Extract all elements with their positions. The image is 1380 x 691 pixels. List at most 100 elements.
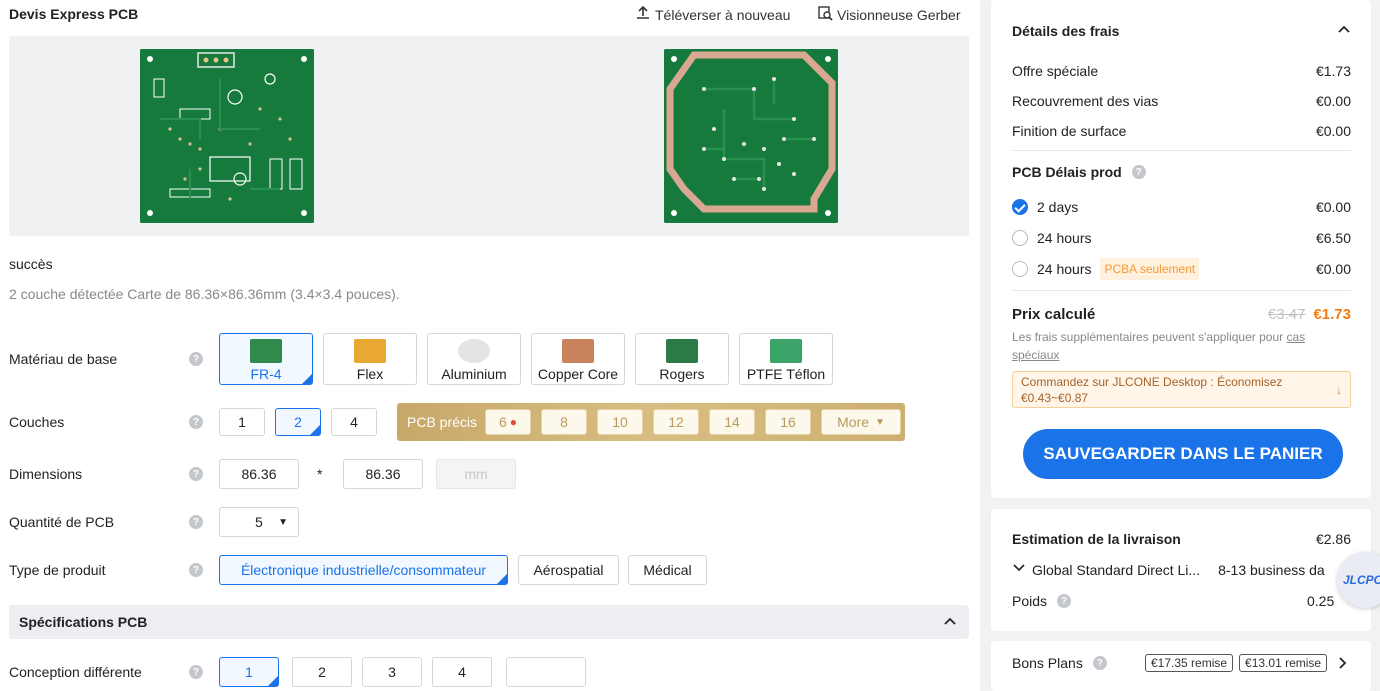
save-to-cart-button[interactable]: SAUVEGARDER DANS LE PANIER: [1023, 429, 1343, 479]
layer-option-16[interactable]: 16: [765, 409, 811, 435]
help-icon[interactable]: ?: [1131, 165, 1146, 179]
lead-option-label: 2 days: [1037, 199, 1079, 215]
shipping-row: Estimation de la livraison €2.86: [1012, 531, 1351, 547]
precise-pcb-bar: PCB précis 6 ● 8 10 12 14 16 More ▼: [397, 403, 905, 441]
divider: [1012, 290, 1351, 291]
product-type-aerospace[interactable]: Aérospatial: [518, 555, 619, 585]
design-option-3[interactable]: 3: [362, 657, 422, 687]
deals-card[interactable]: Bons Plans ? €17.35 remise €13.01 remise: [991, 641, 1371, 691]
quantity-select[interactable]: 5 ▼: [219, 507, 299, 537]
lead-option-2days[interactable]: 2 days €0.00: [1012, 199, 1351, 215]
material-ptfe[interactable]: PTFE Téflon: [739, 333, 833, 385]
download-icon[interactable]: ↓: [1336, 382, 1342, 398]
lead-option-label: 24 hours: [1037, 261, 1092, 277]
layer-option-2[interactable]: 2: [275, 408, 321, 436]
chevron-right-icon[interactable]: [1337, 656, 1349, 673]
copper-core-icon: [562, 339, 594, 363]
radio-checked-icon[interactable]: [1012, 199, 1028, 215]
summary-panel: Détails des frais Offre spéciale €1.73 R…: [980, 0, 1380, 691]
more-layers-dropdown[interactable]: More ▼: [821, 409, 901, 435]
weight-label: Poids: [1012, 593, 1048, 609]
shipping-cost: €2.86: [1315, 531, 1351, 547]
fee-label: Recouvrement des vias: [1012, 93, 1159, 109]
quantity-value: 5: [255, 514, 263, 530]
layer-option-1[interactable]: 1: [219, 408, 265, 436]
layer-option-4[interactable]: 4: [331, 408, 377, 436]
lead-time-title: PCB Délais prod: [1012, 164, 1122, 180]
jlcpcb-chat-badge[interactable]: JLCPCB: [1337, 552, 1380, 608]
total-price: €3.47 €1.73: [1268, 306, 1351, 323]
pcba-only-badge: PCBA seulement: [1100, 258, 1200, 280]
chevron-up-icon[interactable]: [943, 614, 957, 631]
shipping-days: 8-13 business da: [1218, 561, 1325, 578]
lead-option-24h-pcba[interactable]: 24 hours PCBA seulement €0.00: [1012, 258, 1351, 280]
gerber-viewer-link[interactable]: Visionneuse Gerber: [817, 5, 960, 24]
promo-banner[interactable]: Commandez sur JLCONE Desktop : Économise…: [1012, 371, 1351, 408]
design-option-4[interactable]: 4: [432, 657, 492, 687]
fee-label: Finition de surface: [1012, 123, 1127, 139]
hot-icon: ●: [509, 415, 518, 429]
design-option-1[interactable]: 1: [219, 657, 279, 687]
layer-option-8[interactable]: 8: [541, 409, 587, 435]
fee-value: €1.73: [1315, 63, 1351, 79]
layer-option-10[interactable]: 10: [597, 409, 643, 435]
pcb-specs-section[interactable]: Spécifications PCB: [9, 605, 969, 639]
material-flex[interactable]: Flex: [323, 333, 417, 385]
upload-again-label: Téléverser à nouveau: [655, 6, 791, 23]
fee-row: Recouvrement des vias €0.00: [1012, 93, 1351, 109]
layer-option-12[interactable]: 12: [653, 409, 699, 435]
help-icon[interactable]: ?: [189, 665, 203, 679]
design-option-2[interactable]: 2: [292, 657, 352, 687]
material-label: Aluminium: [441, 366, 507, 382]
shipping-method: Global Standard Direct Li...: [1032, 561, 1201, 578]
layer-option-14[interactable]: 14: [709, 409, 755, 435]
unit-select[interactable]: mm: [436, 459, 516, 489]
help-icon[interactable]: ?: [1092, 656, 1107, 670]
chevron-up-icon[interactable]: [1337, 22, 1351, 39]
help-icon[interactable]: ?: [189, 563, 203, 577]
radio-icon[interactable]: [1012, 261, 1028, 277]
material-aluminium[interactable]: Aluminium: [427, 333, 521, 385]
layer-option-6[interactable]: 6 ●: [485, 409, 531, 435]
height-input[interactable]: 86.36: [343, 459, 423, 489]
product-type-medical[interactable]: Médical: [628, 555, 707, 585]
fee-value: €0.00: [1315, 123, 1351, 139]
chevron-down-icon: [1012, 561, 1026, 578]
material-rogers[interactable]: Rogers: [635, 333, 729, 385]
width-input[interactable]: 86.36: [219, 459, 299, 489]
help-icon[interactable]: ?: [1057, 594, 1072, 608]
design-label: Conception différente: [9, 664, 142, 680]
detected-info: 2 couche détectée Carte de 86.36×86.36mm…: [9, 286, 400, 302]
material-label: PTFE Téflon: [746, 366, 826, 382]
product-type-industrial[interactable]: Électronique industrielle/consommateur: [219, 555, 508, 585]
weight-value: 0.25: [1307, 593, 1335, 609]
fees-title: Détails des frais: [1012, 23, 1120, 39]
layers-label: Couches: [9, 414, 65, 430]
product-type-label: Type de produit: [9, 562, 106, 578]
fr4-icon: [250, 339, 282, 363]
upload-again-link[interactable]: Téléverser à nouveau: [635, 5, 790, 24]
design-custom-input[interactable]: [506, 657, 586, 687]
material-copper-core[interactable]: Copper Core: [531, 333, 625, 385]
help-icon[interactable]: ?: [189, 352, 203, 366]
lead-time-header: PCB Délais prod ?: [1012, 164, 1146, 180]
help-icon[interactable]: ?: [189, 515, 203, 529]
rogers-icon: [666, 339, 698, 363]
lead-option-24h[interactable]: 24 hours €6.50: [1012, 230, 1351, 246]
material-label: Rogers: [659, 366, 705, 382]
help-icon[interactable]: ?: [189, 415, 203, 429]
ptfe-icon: [770, 339, 802, 363]
fee-row: Offre spéciale €1.73: [1012, 63, 1351, 79]
old-price: €3.47: [1267, 306, 1306, 323]
radio-icon[interactable]: [1012, 230, 1028, 246]
shipping-method-select[interactable]: Global Standard Direct Li... 8-13 busine…: [1012, 561, 1352, 578]
unit-label: mm: [464, 466, 488, 482]
total-label: Prix calculé: [1012, 306, 1096, 323]
material-fr4[interactable]: FR-4: [219, 333, 313, 385]
coupon-list: €17.35 remise €13.01 remise: [1145, 654, 1328, 672]
success-text: succès: [9, 256, 53, 272]
caret-down-icon: ▼: [278, 516, 288, 528]
lead-option-label: 24 hours: [1037, 230, 1092, 246]
help-icon[interactable]: ?: [189, 467, 203, 481]
dimensions-label: Dimensions: [9, 466, 83, 482]
